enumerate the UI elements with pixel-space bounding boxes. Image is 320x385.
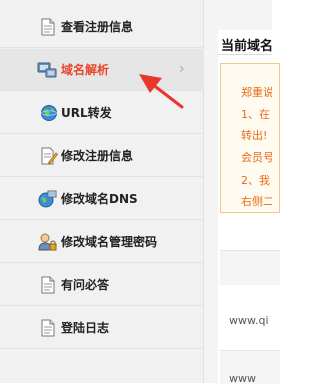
menu-label: URL转发 [61,106,112,120]
document-icon [41,276,55,294]
notice-line: 1、在 [241,108,270,121]
content-header-bar [218,0,272,30]
domain-url-text[interactable]: www.qi [229,314,272,327]
sidebar-menu: 查看注册信息 域名解析 › URL转发 修改注册信息 修改域名DNS 修改域名管… [0,0,204,383]
globe-icon [41,105,57,121]
user-lock-icon [38,233,57,251]
edit-document-icon [41,147,58,165]
content-gutter [204,0,218,383]
menu-label: 修改域名管理密码 [61,235,158,249]
menu-label: 登陆日志 [61,321,110,335]
menu-item-faq[interactable]: 有问必答 [0,264,204,306]
notice-line: 郑重说 [241,86,272,99]
menu-label: 修改域名DNS [61,192,138,206]
table-header-row [220,250,280,285]
menu-item-domain-resolution[interactable]: 域名解析 › [0,49,204,91]
page-title: 当前域名 [221,39,272,54]
domain-url-text[interactable]: www [229,372,272,385]
notice-line: 右侧二 [241,195,272,208]
menu-item-view-registration[interactable]: 查看注册信息 [0,6,204,48]
notice-line: 2、我 [241,174,270,187]
dns-server-icon [37,62,57,78]
menu-item-edit-dns[interactable]: 修改域名DNS [0,178,204,220]
notice-line: 会员号 [241,151,272,164]
title-divider [218,54,272,55]
menu-label: 修改注册信息 [61,149,134,163]
menu-label: 有问必答 [61,278,110,292]
menu-item-login-log[interactable]: 登陆日志 [0,307,204,349]
menu-item-edit-password[interactable]: 修改域名管理密码 [0,221,204,263]
chevron-right-icon: › [179,61,185,77]
globe-computer-icon [38,190,57,208]
menu-label: 查看注册信息 [61,20,134,34]
notice-line: 转出! [241,129,268,142]
document-icon [41,18,55,36]
menu-item-edit-registration[interactable]: 修改注册信息 [0,135,204,177]
menu-item-url-forward[interactable]: URL转发 [0,92,204,134]
menu-label: 域名解析 [61,63,110,77]
document-icon [41,319,55,337]
